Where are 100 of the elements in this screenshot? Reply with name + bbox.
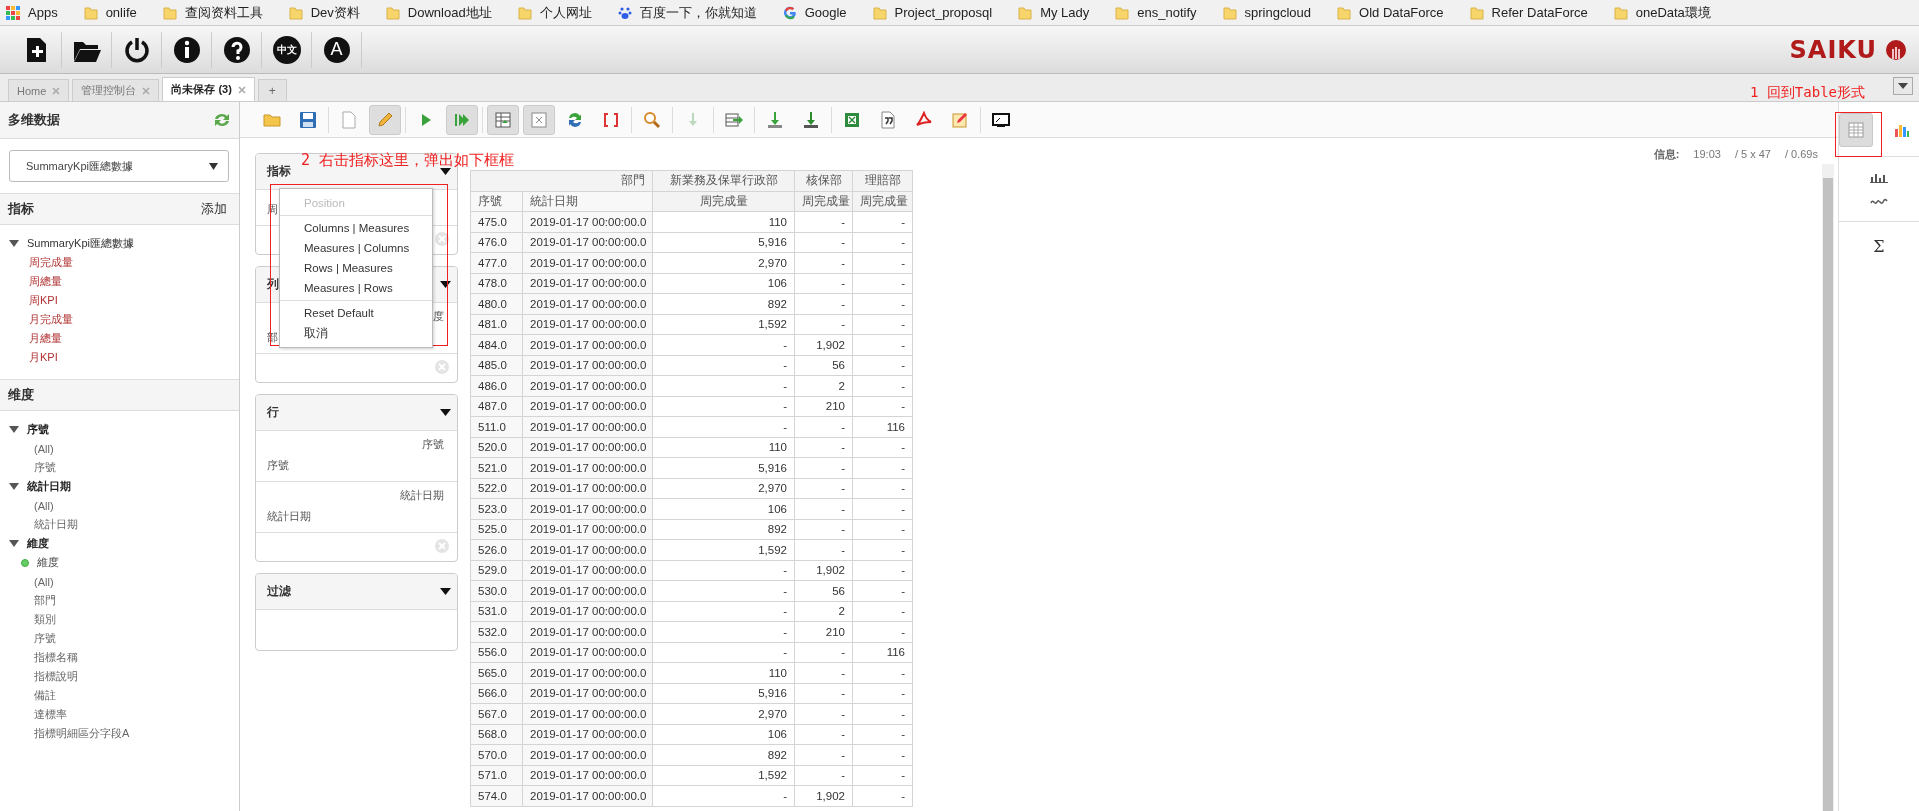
caret-down-icon[interactable]: [440, 281, 451, 288]
level-item[interactable]: 指標說明: [34, 669, 78, 684]
tab[interactable]: Home: [8, 79, 70, 101]
table-cell: -: [794, 211, 853, 232]
table-cell: 1,902: [794, 560, 853, 581]
bookmark-link[interactable]: Apps: [28, 5, 58, 20]
spreadsheet-icon: [843, 110, 861, 129]
level-item[interactable]: 序號: [34, 460, 56, 475]
cube-select[interactable]: SummaryKpi匯總數據: [9, 150, 229, 182]
bookmark-link[interactable]: 百度一下，你就知道: [639, 3, 757, 22]
dropdown-button[interactable]: [1893, 77, 1913, 95]
measure-item[interactable]: 周總量: [29, 274, 62, 289]
cube-item[interactable]: SummaryKpi匯總數據: [27, 236, 134, 251]
grid-icon: [530, 110, 548, 129]
bookmark-link[interactable]: 查阅资料工具: [184, 3, 263, 22]
wave-icon[interactable]: [1870, 197, 1888, 207]
level-item[interactable]: 達標率: [34, 707, 67, 722]
scrollbar[interactable]: [1822, 164, 1834, 811]
caret-down-icon[interactable]: [440, 409, 451, 416]
table-cell: 1,592: [652, 539, 795, 560]
measure-item[interactable]: 周完成量: [29, 255, 73, 270]
annotation-text: 2 右击指标这里，弹出如下框框: [301, 151, 515, 170]
bookmark-link[interactable]: My Lady: [1040, 5, 1090, 20]
table-cell: -: [852, 334, 913, 355]
table-cell: -: [852, 232, 913, 253]
bookmark-link[interactable]: Google: [804, 5, 847, 20]
table-cell: -: [652, 560, 795, 581]
bookmark-link[interactable]: Download地址: [407, 3, 492, 22]
level-item[interactable]: 指標名稱: [34, 650, 78, 665]
bookmark-link[interactable]: Dev资料: [310, 3, 360, 22]
caret-down-icon[interactable]: [440, 168, 451, 175]
bars-icon[interactable]: [1870, 171, 1888, 183]
bookmark-link[interactable]: springcloud: [1244, 5, 1312, 20]
folder-icon: [517, 5, 532, 20]
ring-icon: [782, 5, 797, 20]
sum-button[interactable]: Σ: [1867, 236, 1891, 257]
bookmark-link[interactable]: Project_proposql: [894, 5, 993, 20]
bookmark-link[interactable]: Old DataForce: [1359, 5, 1444, 20]
level-item[interactable]: 指標明細區分字段A: [34, 726, 130, 741]
level-item[interactable]: 部門: [34, 593, 56, 608]
menu-item[interactable]: Measures | Rows: [280, 278, 432, 298]
table-cell: -: [794, 519, 853, 540]
level-item[interactable]: 類別: [34, 612, 56, 627]
menu-item[interactable]: Reset Default: [280, 303, 432, 323]
bookmark-link[interactable]: Refer DataForce: [1491, 5, 1588, 20]
dimension-item[interactable]: 統計日期: [27, 479, 71, 494]
level-item[interactable]: 備註: [34, 688, 56, 703]
table-icon: [1848, 122, 1864, 138]
level-item[interactable]: (All): [34, 442, 54, 455]
row-header-cell: 526.0: [470, 539, 523, 560]
quote-icon: [879, 110, 897, 129]
measure-item[interactable]: 月總量: [29, 331, 62, 346]
level-chip[interactable]: 序號: [267, 458, 444, 473]
language-button[interactable]: 中文: [262, 31, 312, 68]
caret-down-icon[interactable]: [9, 482, 19, 491]
panel-title: 过滤: [267, 584, 291, 599]
level-item[interactable]: 序號: [34, 631, 56, 646]
new-tab-button[interactable]: +: [257, 79, 287, 101]
caret-down-icon[interactable]: [440, 588, 451, 595]
info-label: 信息:: [1653, 146, 1680, 162]
account-button[interactable]: A: [312, 31, 362, 68]
table-cell: -: [652, 334, 795, 355]
table-cell: -: [852, 765, 913, 786]
bookmark-link[interactable]: onlife: [105, 5, 137, 20]
measure-item[interactable]: 月KPI: [29, 350, 58, 365]
level-item[interactable]: 統計日期: [34, 517, 78, 532]
refresh-icon[interactable]: [213, 112, 231, 128]
table-cell: -: [852, 437, 913, 458]
level-item[interactable]: (All): [34, 499, 54, 512]
table-cell: -: [852, 273, 913, 294]
table-cell: -: [652, 621, 795, 642]
bookmark-link[interactable]: 个人网址: [539, 3, 592, 22]
close-icon[interactable]: [237, 85, 246, 94]
caret-down-icon[interactable]: [9, 239, 19, 248]
row-header-cell: 486.0: [470, 375, 523, 396]
bookmark-link[interactable]: ens_notify: [1137, 5, 1197, 20]
caret-down-icon[interactable]: [9, 425, 19, 434]
table-cell: -: [652, 601, 795, 622]
caret-down-icon[interactable]: [9, 539, 19, 548]
menu-item[interactable]: Columns | Measures: [280, 218, 432, 238]
level-chip[interactable]: 統計日期: [267, 509, 444, 524]
table-cell: 106: [652, 724, 795, 745]
dimension-item[interactable]: 維度: [27, 536, 49, 551]
row-header-cell: 568.0: [470, 724, 523, 745]
menu-item[interactable]: 取消: [280, 323, 432, 343]
menu-item[interactable]: Rows | Measures: [280, 258, 432, 278]
row-header-cell: 481.0: [470, 314, 523, 335]
remove-icon[interactable]: [435, 232, 449, 246]
table-cell: -: [852, 498, 913, 519]
tab[interactable]: 尚未保存 (3): [162, 77, 255, 101]
hierarchy-item[interactable]: 維度: [37, 555, 59, 570]
bookmark-link[interactable]: oneData環境: [1635, 3, 1711, 22]
measure-item[interactable]: 月完成量: [29, 312, 73, 327]
tab[interactable]: 管理控制台: [72, 79, 160, 101]
table-cell: 1,902: [794, 334, 853, 355]
measure-item[interactable]: 周KPI: [29, 293, 58, 308]
menu-item[interactable]: Measures | Columns: [280, 238, 432, 258]
add-button[interactable]: 添加: [197, 200, 231, 218]
dimension-item[interactable]: 序號: [27, 422, 49, 437]
level-item[interactable]: (All): [34, 575, 54, 588]
